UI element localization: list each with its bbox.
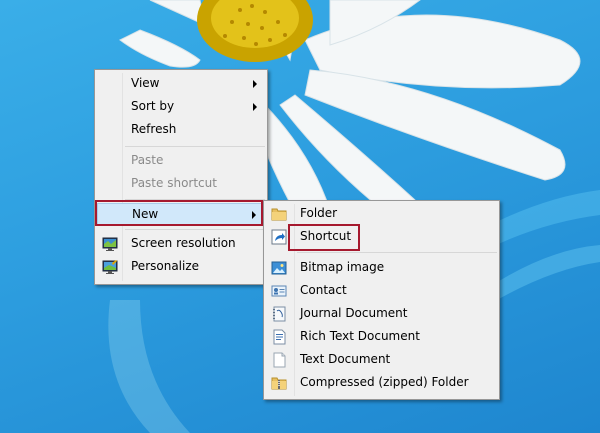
new-submenu: Folder Shortcut Bitmap image Contact Jou… [263,200,500,400]
menu-separator [125,146,265,147]
menu-separator [297,252,497,253]
text-document-icon [273,352,286,368]
submenu-item-journal-document[interactable]: Journal Document [266,303,497,325]
menu-separator [125,229,265,230]
menu-item-label: Compressed (zipped) Folder [300,375,469,389]
menu-item-label: Sort by [131,99,175,113]
rich-text-icon [273,329,286,345]
personalize-icon [102,260,118,274]
submenu-item-rich-text-document[interactable]: Rich Text Document [266,326,497,348]
menu-separator [125,199,265,200]
menu-item-paste-shortcut[interactable]: Paste shortcut [97,173,265,195]
menu-item-label: Bitmap image [300,260,385,274]
menu-item-label: Refresh [131,122,177,136]
menu-item-paste[interactable]: Paste [97,150,265,172]
menu-item-label: Contact [300,283,347,297]
shortcut-icon [271,229,287,245]
menu-item-personalize[interactable]: Personalize [97,256,265,278]
submenu-item-bitmap-image[interactable]: Bitmap image [266,257,497,279]
menu-item-label: Paste shortcut [131,176,217,190]
menu-item-label: Paste [131,153,164,167]
journal-icon [273,306,286,322]
submenu-item-folder[interactable]: Folder [266,203,497,225]
submenu-arrow-icon [252,211,256,219]
menu-item-refresh[interactable]: Refresh [97,119,265,141]
menu-item-label: Folder [300,206,338,220]
submenu-arrow-icon [253,103,257,111]
menu-item-screen-resolution[interactable]: Screen resolution [97,233,265,255]
monitor-icon [102,237,118,251]
folder-icon [271,208,287,221]
submenu-arrow-icon [253,80,257,88]
bitmap-icon [271,261,287,275]
menu-item-label: New [132,207,159,221]
desktop-background[interactable]: View Sort by Refresh Paste Paste shortcu… [0,0,600,433]
submenu-item-compressed-folder[interactable]: Compressed (zipped) Folder [266,372,497,394]
submenu-item-contact[interactable]: Contact [266,280,497,302]
menu-item-view[interactable]: View [97,73,265,95]
menu-item-label: Screen resolution [131,236,236,250]
desktop-context-menu: View Sort by Refresh Paste Paste shortcu… [94,69,268,285]
menu-item-label: Journal Document [300,306,408,320]
contact-icon [271,285,287,297]
zip-folder-icon [271,377,287,390]
menu-item-label: Shortcut [300,229,352,243]
menu-item-sort-by[interactable]: Sort by [97,96,265,118]
menu-item-label: Text Document [300,352,391,366]
submenu-item-text-document[interactable]: Text Document [266,349,497,371]
menu-item-label: View [131,76,160,90]
submenu-item-shortcut[interactable]: Shortcut [266,226,497,248]
menu-item-new[interactable]: New [97,203,265,225]
menu-item-label: Rich Text Document [300,329,420,343]
menu-item-label: Personalize [131,259,200,273]
